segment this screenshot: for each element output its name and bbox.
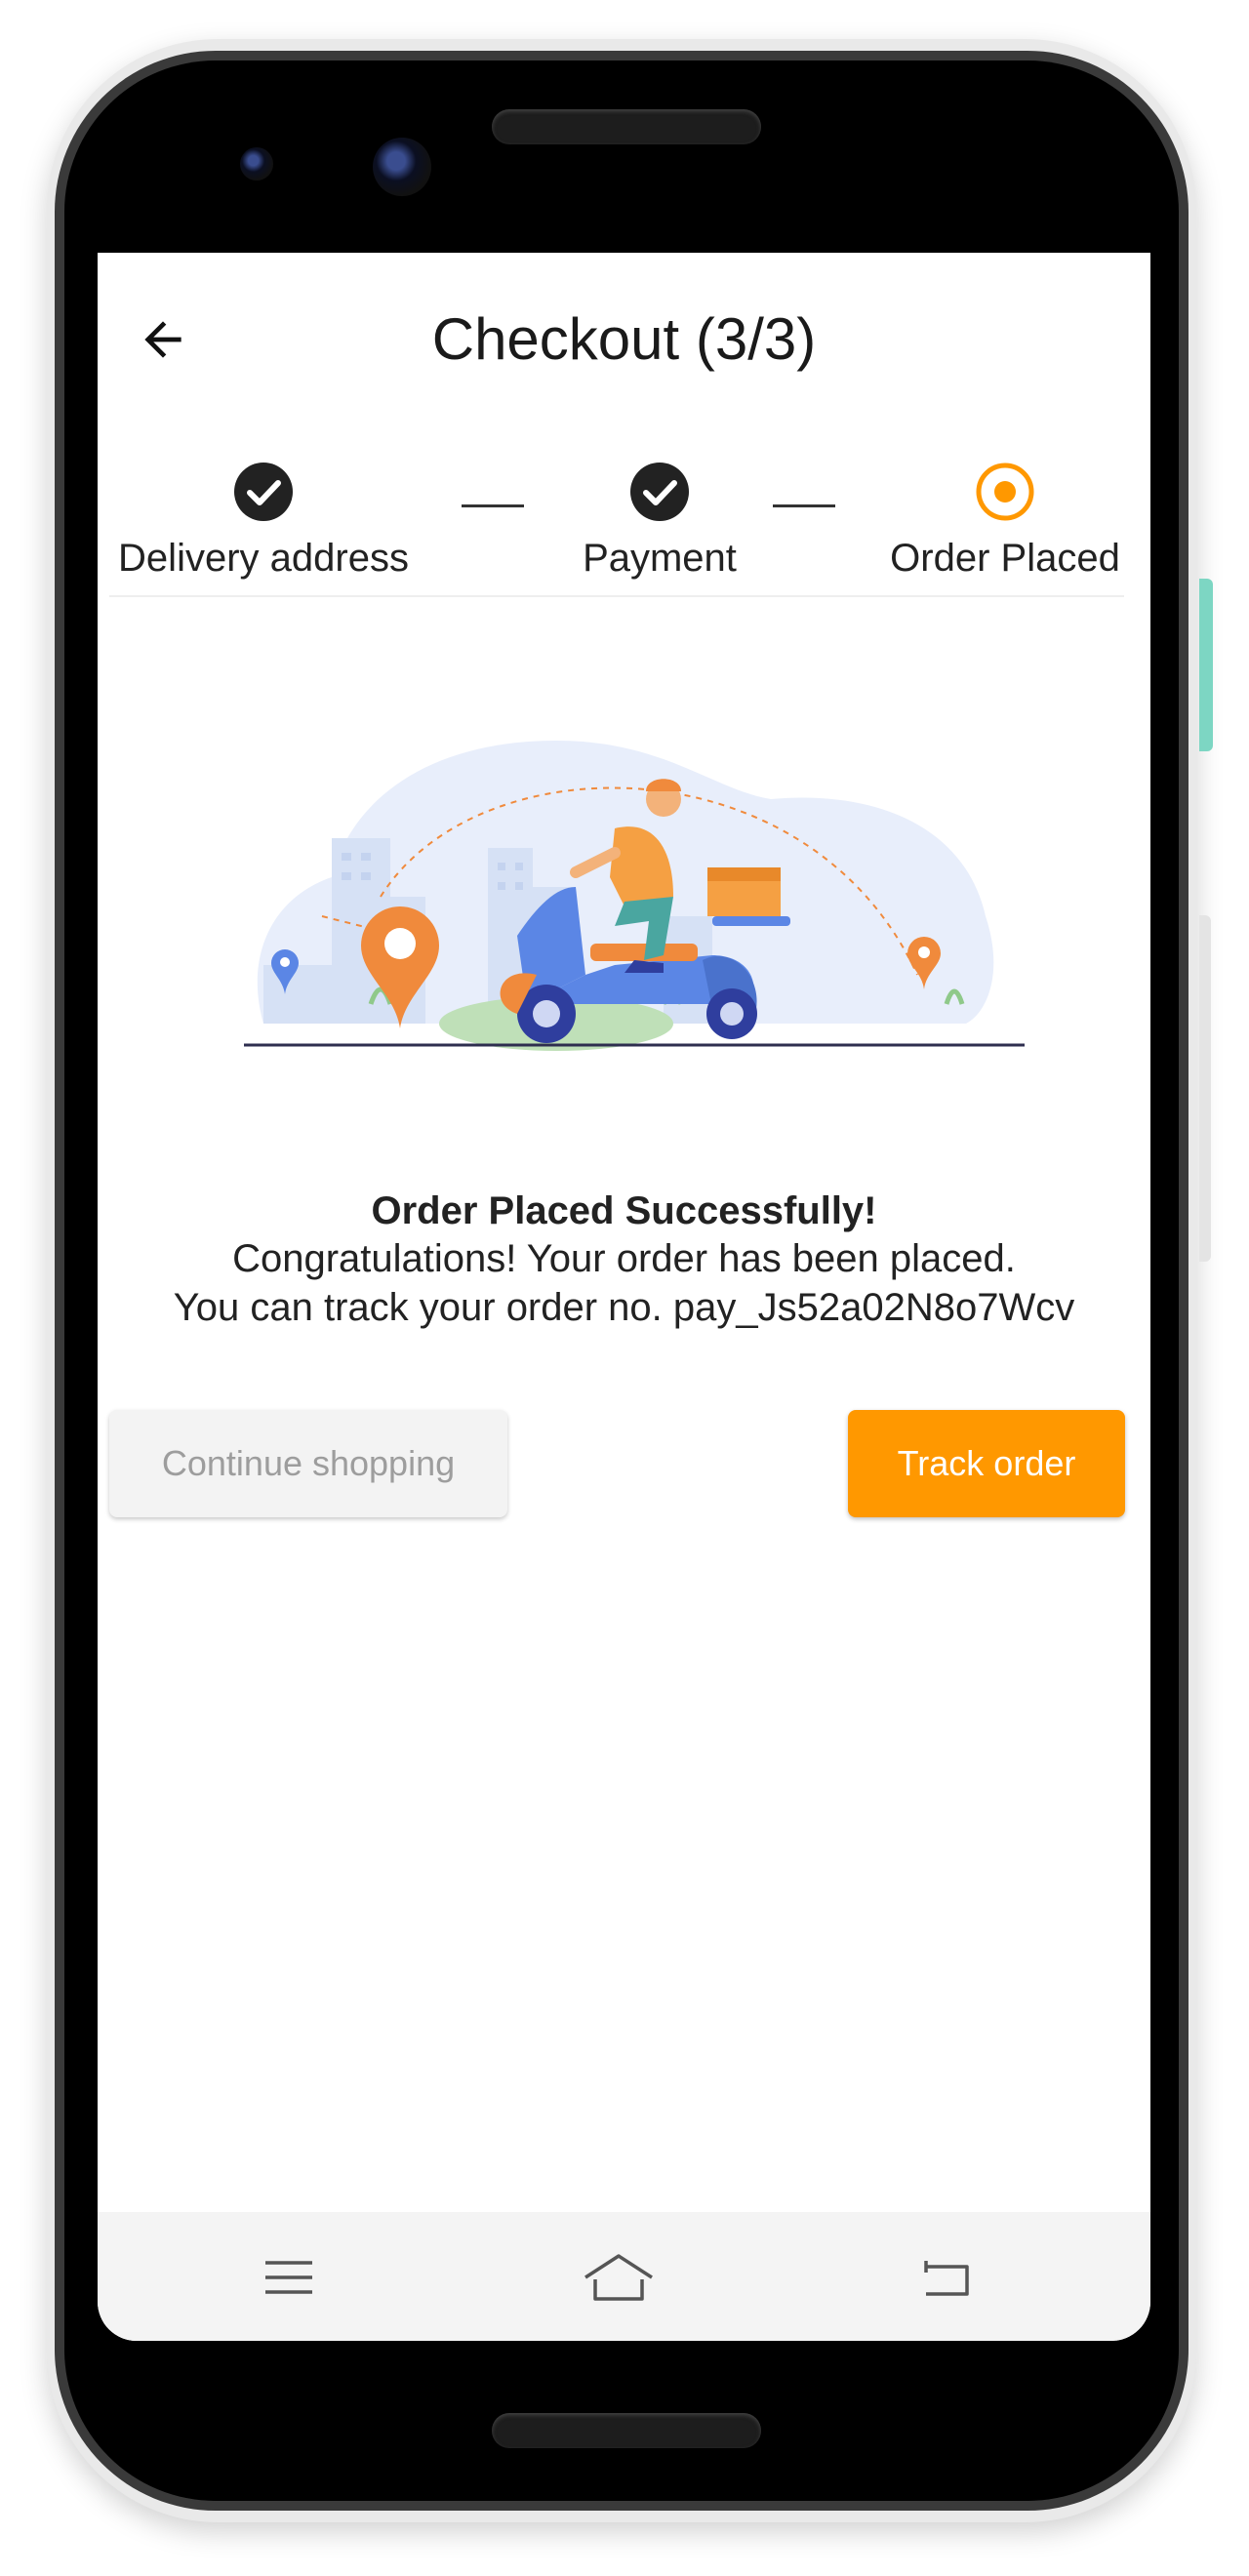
front-camera (373, 138, 431, 196)
step-delivery-address: Delivery address (109, 461, 418, 581)
nav-back-button[interactable] (907, 2243, 985, 2312)
nav-menu-button[interactable] (250, 2243, 328, 2312)
menu-icon (265, 2261, 312, 2294)
app-bar: Checkout (3/3) (98, 253, 1150, 428)
success-heading: Order Placed Successfully! (371, 1189, 877, 1232)
check-circle-icon (630, 463, 689, 521)
step-order-placed: Order Placed (878, 461, 1132, 581)
volume-button (1199, 915, 1211, 1262)
system-nav-bar (98, 2212, 1150, 2341)
step-connector (462, 504, 524, 507)
earpiece-speaker (492, 109, 761, 144)
front-sensor (240, 147, 273, 181)
check-circle-icon (234, 463, 293, 521)
back-icon (924, 2261, 969, 2296)
power-button (1199, 579, 1213, 751)
home-icon (584, 2254, 653, 2301)
continue-shopping-button[interactable]: Continue shopping (109, 1410, 507, 1517)
step-label: Order Placed (890, 537, 1120, 580)
order-number-text: You can track your order no. pay_Js52a02… (173, 1286, 1075, 1329)
success-subtext: Congratulations! Your order has been pla… (232, 1237, 1016, 1280)
step-payment: Payment (552, 461, 767, 581)
divider (109, 595, 1124, 597)
bottom-speaker (492, 2413, 761, 2448)
delivery-illustration (244, 741, 1025, 1051)
step-label: Delivery address (118, 537, 409, 580)
page-title: Checkout (3/3) (431, 306, 817, 372)
track-order-button[interactable]: Track order (848, 1410, 1125, 1517)
step-connector (773, 504, 835, 507)
radio-selected-icon (976, 463, 1034, 521)
nav-home-button[interactable] (580, 2243, 658, 2312)
app-screen: Checkout (3/3) Delivery address Payment … (98, 253, 1150, 2341)
step-label: Payment (583, 537, 737, 580)
